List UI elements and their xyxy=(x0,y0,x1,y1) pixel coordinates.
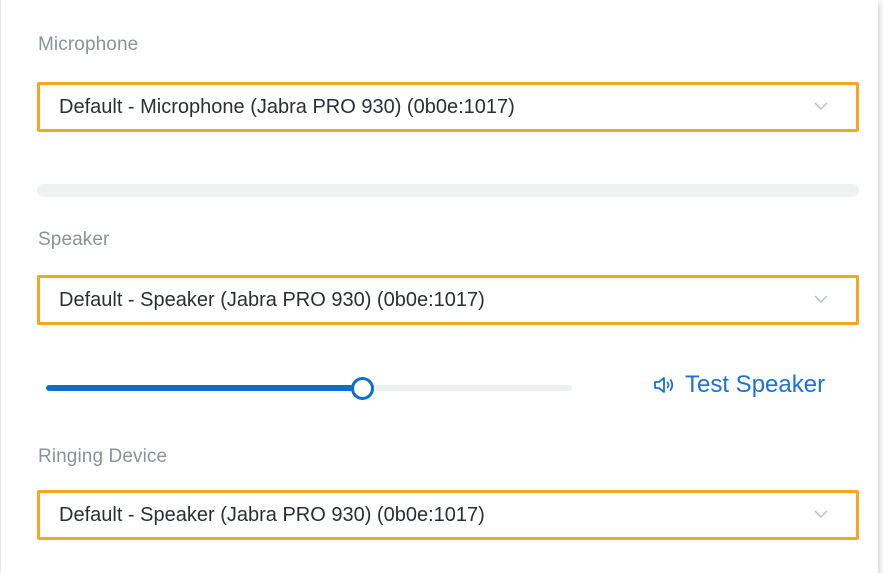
slider-fill xyxy=(46,385,362,391)
speaker-volume-slider[interactable] xyxy=(46,376,572,400)
ringing-device-label: Ringing Device xyxy=(38,446,168,467)
speaker-volume-icon xyxy=(654,377,674,393)
microphone-select[interactable]: Default - Microphone (Jabra PRO 930) (0b… xyxy=(37,82,859,132)
speaker-select[interactable]: Default - Speaker (Jabra PRO 930) (0b0e:… xyxy=(37,275,859,325)
slider-thumb[interactable] xyxy=(350,377,374,400)
speaker-select-value: Default - Speaker (Jabra PRO 930) (0b0e:… xyxy=(59,289,485,311)
audio-settings-panel: Microphone Default - Microphone (Jabra P… xyxy=(0,0,878,573)
microphone-level-meter xyxy=(37,184,859,197)
speaker-label: Speaker xyxy=(38,229,110,250)
chevron-down-icon xyxy=(814,510,828,518)
microphone-select-value: Default - Microphone (Jabra PRO 930) (0b… xyxy=(59,96,515,118)
ringing-device-select-value: Default - Speaker (Jabra PRO 930) (0b0e:… xyxy=(59,504,485,526)
microphone-label: Microphone xyxy=(38,34,139,55)
chevron-down-icon xyxy=(814,295,828,303)
ringing-device-select[interactable]: Default - Speaker (Jabra PRO 930) (0b0e:… xyxy=(37,490,859,540)
test-speaker-button[interactable]: Test Speaker xyxy=(653,368,825,402)
test-speaker-label: Test Speaker xyxy=(685,371,826,398)
chevron-down-icon xyxy=(814,102,828,110)
